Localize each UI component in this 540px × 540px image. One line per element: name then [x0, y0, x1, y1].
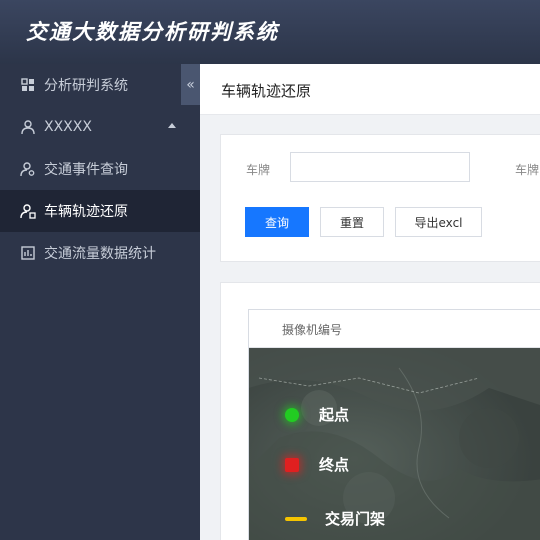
page-title: 车辆轨迹还原 [221, 82, 312, 100]
plate-input[interactable] [290, 152, 470, 182]
sidebar-item-label: XXXXX [44, 119, 92, 135]
export-excel-button[interactable]: 导出excl [395, 207, 482, 237]
legend-start-point: 起点 [285, 404, 349, 425]
top-header-bar: 交通大数据分析研判系统 [0, 0, 540, 64]
search-form-card: 车牌 车牌 查询 重置 导出excl [220, 134, 540, 262]
plate-label: 车牌 [246, 163, 271, 177]
sidebar-item-analysis-system[interactable]: 分析研判系统 [0, 64, 200, 106]
end-point-marker-icon [285, 457, 299, 472]
legend-end-point: 终点 [285, 454, 349, 475]
map-panel: 摄像机编号 起点 终点 交易门架 [248, 309, 540, 540]
sidebar-item-vehicle-track-restore[interactable]: 车辆轨迹还原 [0, 190, 200, 232]
sidebar-item-label: 车辆轨迹还原 [44, 204, 128, 220]
sidebar-item-traffic-flow-stats[interactable]: 交通流量数据统计 [0, 232, 200, 274]
sidebar-item-label: 交通事件查询 [44, 162, 128, 178]
camera-id-column-header: 摄像机编号 [282, 323, 343, 337]
query-button[interactable]: 查询 [245, 207, 309, 237]
start-point-marker-icon [285, 407, 299, 422]
plate2-label: 车牌 [515, 163, 540, 177]
reset-button[interactable]: 重置 [320, 207, 384, 237]
legend-label: 起点 [319, 406, 350, 424]
sidebar-item-label: 分析研判系统 [44, 78, 128, 94]
app-title: 交通大数据分析研判系统 [26, 20, 279, 44]
dashboard-icon [20, 77, 36, 93]
legend-label: 终点 [319, 456, 350, 474]
sidebar-item-xxxxx[interactable]: XXXXX [0, 106, 200, 148]
sidebar-item-label: 交通流量数据统计 [44, 246, 156, 262]
chevron-up-icon [168, 123, 176, 128]
user-track-icon [20, 203, 36, 219]
toll-gantry-line-icon [285, 516, 307, 521]
map-card: 摄像机编号 起点 终点 交易门架 [220, 282, 540, 540]
main-content: 车辆轨迹还原 车牌 车牌 查询 重置 导出excl 摄像机编号 起点 终点 交易… [200, 64, 540, 540]
legend-toll-gantry: 交易门架 [285, 508, 385, 529]
page-header: 车辆轨迹还原 [200, 64, 540, 115]
sidebar: « 分析研判系统 XXXXX 交通事件查询 车辆轨迹还原 交通流量数据统计 [0, 64, 200, 540]
user-search-icon [20, 161, 36, 177]
user-icon [20, 119, 36, 135]
satellite-map[interactable]: 起点 终点 交易门架 [249, 348, 540, 540]
chart-box-icon [20, 245, 36, 261]
map-table-header: 摄像机编号 [249, 310, 540, 348]
sidebar-item-traffic-event-query[interactable]: 交通事件查询 [0, 148, 200, 190]
legend-label: 交易门架 [325, 510, 386, 528]
